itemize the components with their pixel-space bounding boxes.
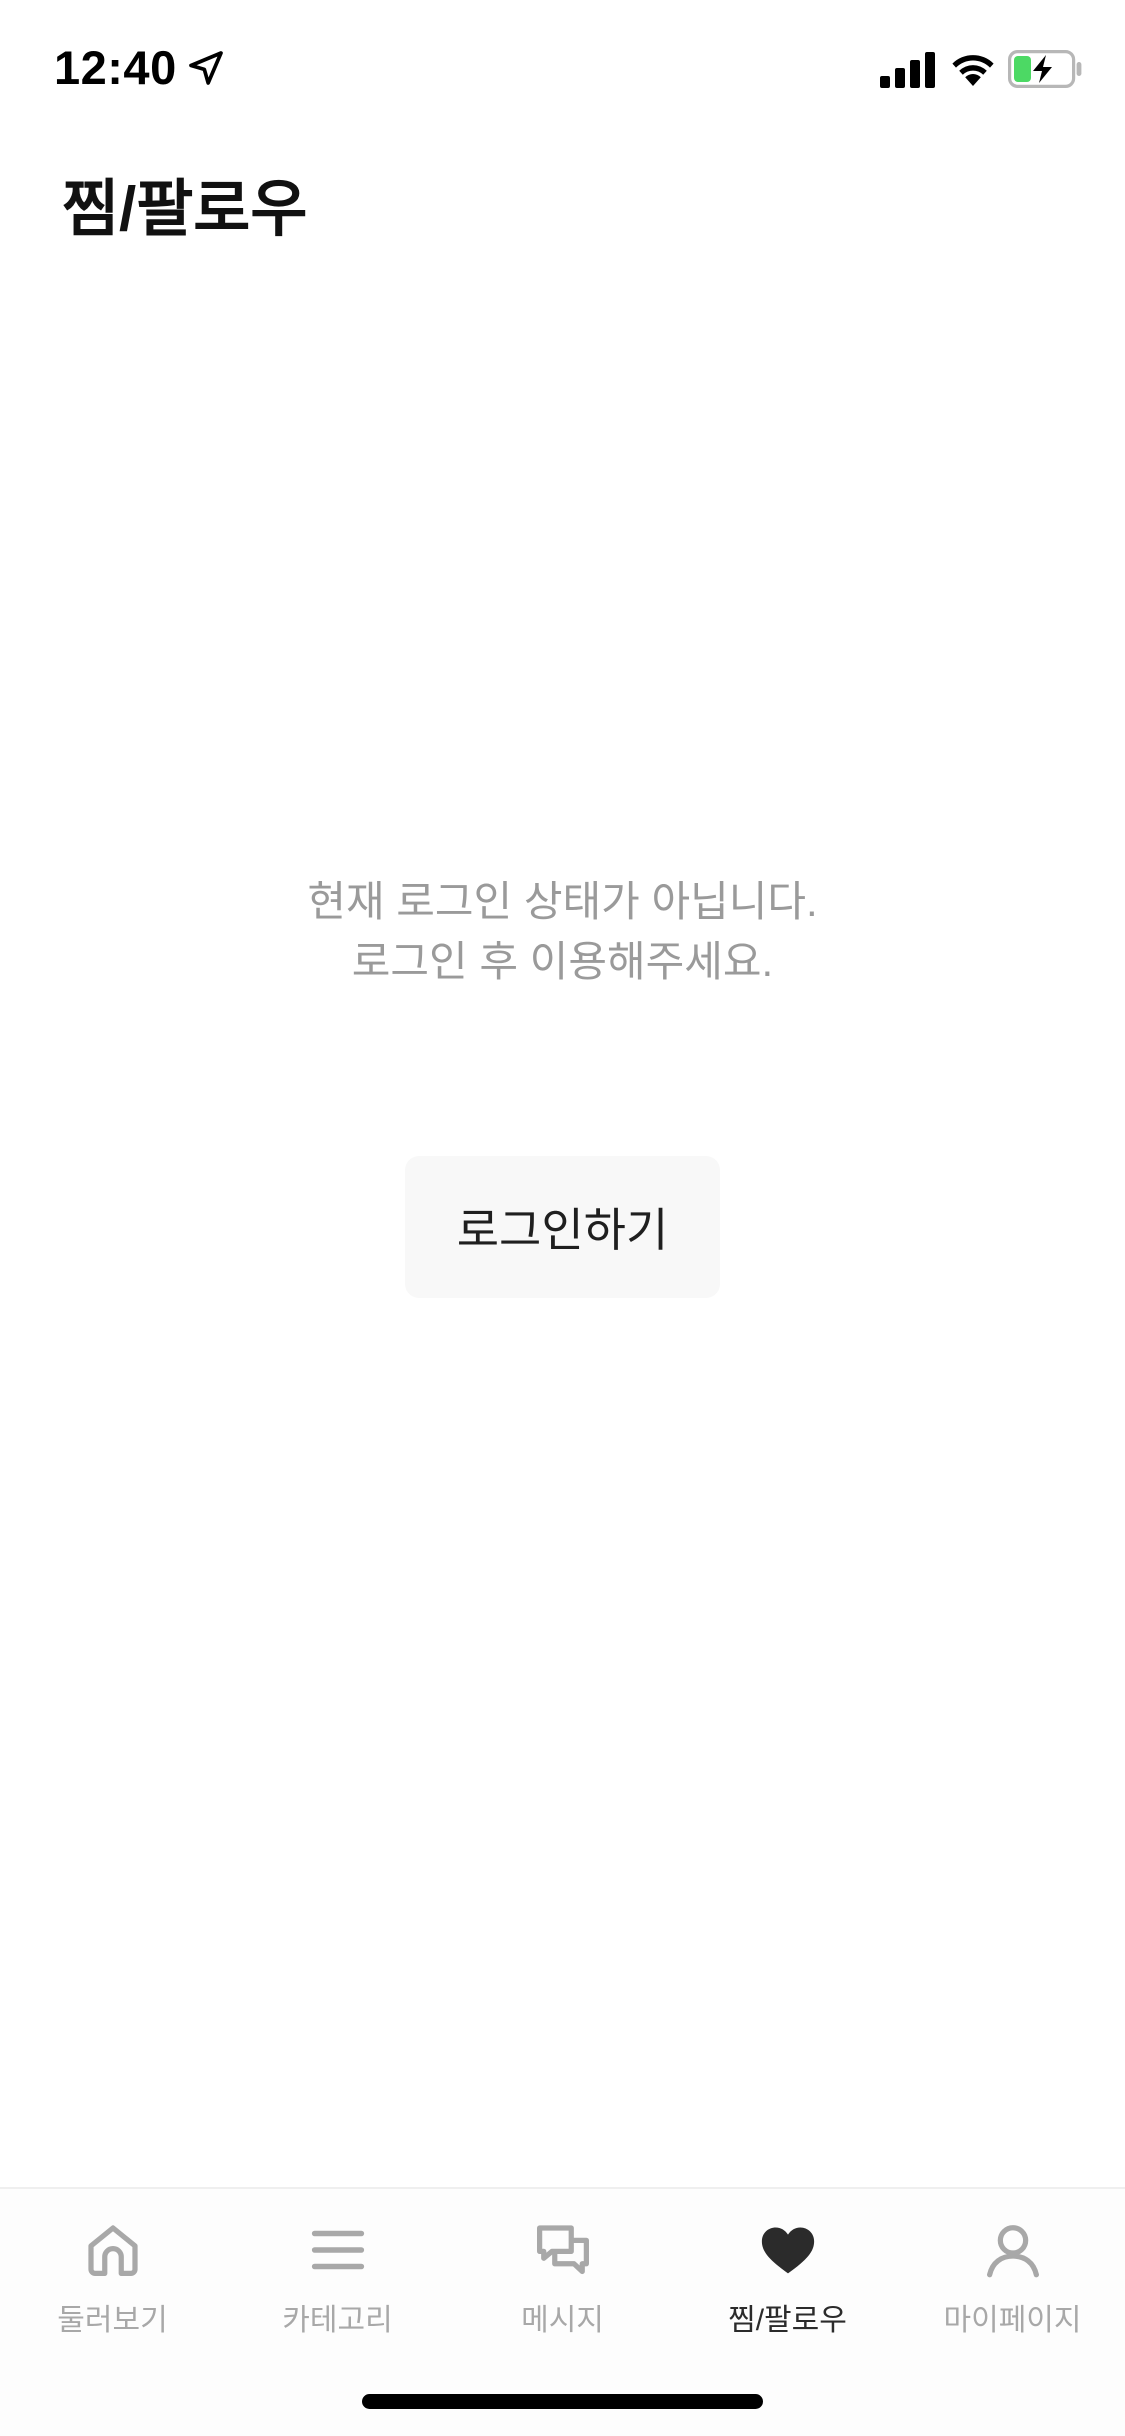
tab-label: 둘러보기 (57, 2304, 168, 2337)
tab-label: 마이페이지 (943, 2304, 1082, 2337)
signal-icon (880, 52, 935, 88)
home-indicator[interactable] (362, 2394, 763, 2409)
tab-wishlist-follow[interactable]: 찜/팔로우 (675, 2189, 900, 2359)
tab-label: 카테고리 (282, 2304, 393, 2337)
tab-label: 메시지 (521, 2304, 604, 2337)
home-icon (87, 2225, 138, 2276)
page-title: 찜/팔로우 (62, 175, 308, 244)
tab-browse[interactable]: 둘러보기 (0, 2189, 225, 2359)
empty-state-message: 현재 로그인 상태가 아닙니다. 로그인 후 이용해주세요. (0, 872, 1125, 992)
login-button[interactable]: 로그인하기 (405, 1156, 720, 1298)
menu-icon (311, 2230, 364, 2270)
status-time: 12:40 (54, 41, 177, 94)
empty-state-line-2: 로그인 후 이용해주세요. (351, 938, 774, 985)
tab-messages[interactable]: 메시지 (450, 2189, 675, 2359)
empty-state-line-1: 현재 로그인 상태가 아닙니다. (307, 878, 818, 925)
chat-icon (536, 2225, 589, 2275)
heart-icon (761, 2227, 814, 2274)
tab-my-page[interactable]: 마이페이지 (900, 2189, 1125, 2359)
tab-category[interactable]: 카테고리 (225, 2189, 450, 2359)
battery-charging-icon (1008, 50, 1082, 88)
user-icon (986, 2225, 1039, 2278)
location-arrow-icon (189, 51, 223, 85)
status-bar: 12:40 (0, 0, 1125, 135)
screen: 12:40 찜/팔로우 현재 로그인 상태가 아닙니다. 로그인 후 이용해주세… (0, 0, 1125, 2436)
tab-label: 찜/팔로우 (728, 2304, 847, 2337)
wifi-icon (952, 55, 994, 86)
